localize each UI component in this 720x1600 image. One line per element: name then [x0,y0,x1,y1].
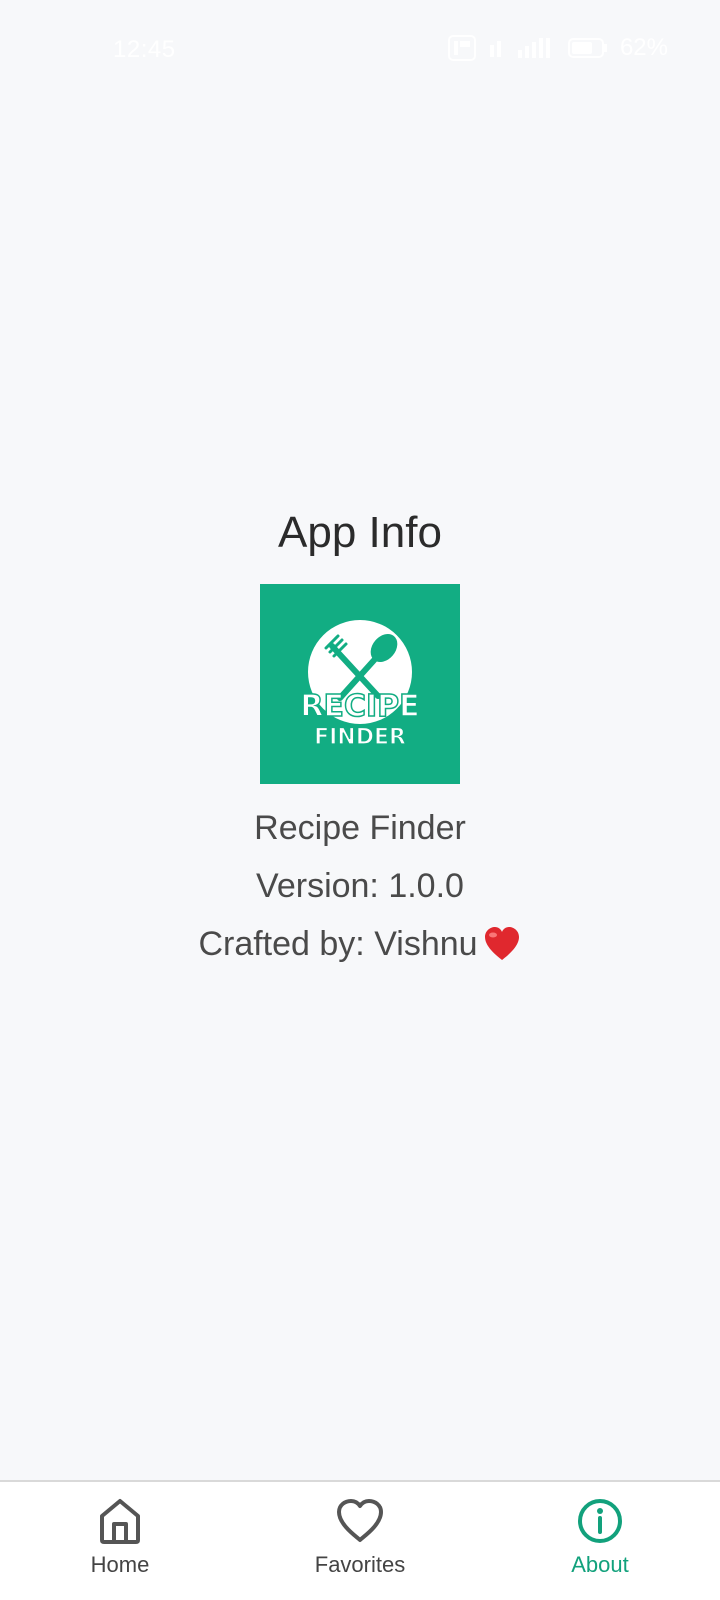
network-speed-icon [447,35,476,61]
status-bar: 12:45 62% [0,0,720,100]
info-icon [578,1499,622,1543]
app-credit: Crafted by: Vishnu [198,918,521,970]
nav-about[interactable]: About [510,1494,690,1578]
nav-favorites-label: Favorites [314,1552,406,1577]
logo-text-finder: FINDER [314,725,406,750]
app-name: Recipe Finder [254,809,466,847]
app-version: Version: 1.0.0 [256,867,464,905]
nav-favorites[interactable]: Favorites [270,1494,450,1578]
nav-home[interactable]: Home [30,1494,210,1578]
red-heart-icon [484,927,519,960]
heart-icon [337,1499,383,1542]
home-icon [100,1499,140,1544]
page-title: App Info [278,508,442,557]
signal-icon [517,38,550,58]
logo-text-recipe: RECIPE [300,689,419,724]
status-time: 12:45 [113,36,176,63]
battery-icon [567,38,607,58]
credit-text: Crafted by: Vishnu [198,925,478,963]
about-section: App Info RECIPE FINDER Recipe Finder Ver… [0,500,720,970]
battery-percent: 62% [619,34,668,61]
nav-home-label: Home [90,1552,150,1577]
app-logo: RECIPE FINDER [260,584,460,784]
nav-about-label: About [571,1552,629,1577]
status-icons: 62% [447,34,668,62]
bottom-navigation: Home Favorites About [0,1480,720,1600]
wifi-icon [489,41,501,57]
